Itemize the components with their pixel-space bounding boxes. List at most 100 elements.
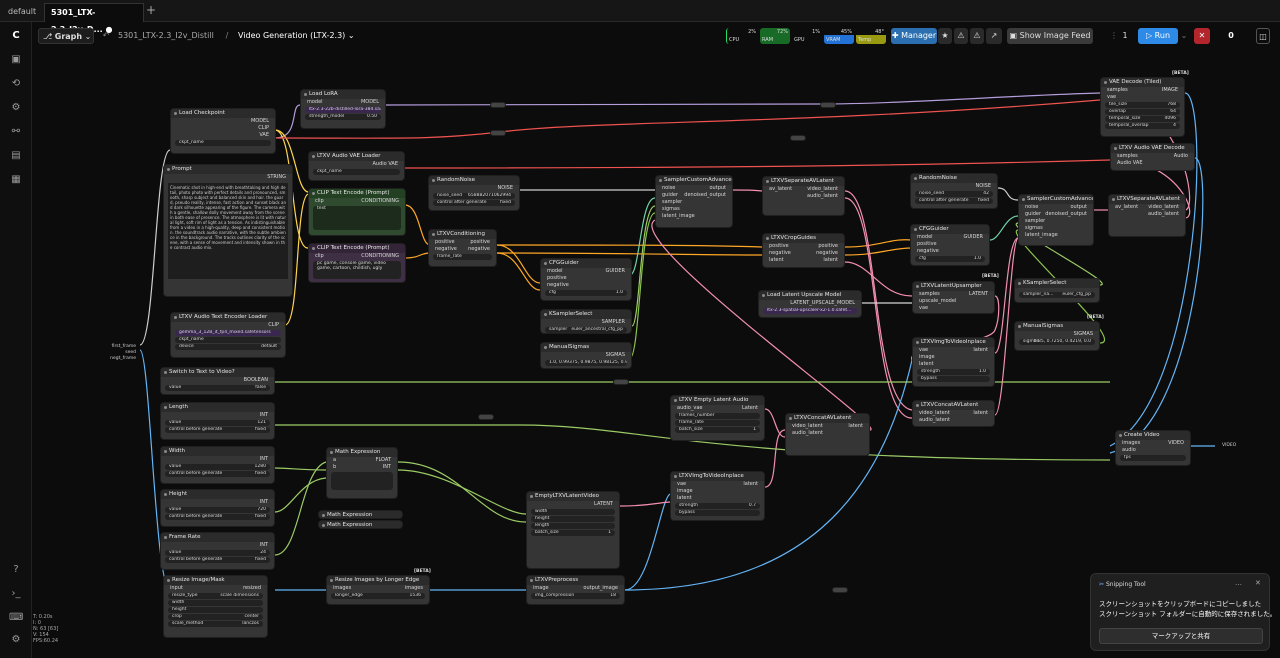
- sampler-select[interactable]: sampler euler_ancestral_cfg_pp: [545, 327, 627, 333]
- node-vae-decode-tiled[interactable]: VAE Decode (Tiled) samples IMAGE vae tile…: [1100, 77, 1185, 137]
- markup-share-button[interactable]: マークアップと共有: [1099, 628, 1263, 644]
- temporal-size-widget[interactable]: temporal_size 4096: [1105, 116, 1180, 122]
- node-widget[interactable]: ckpt_name: [175, 337, 281, 343]
- reroute-dot[interactable]: [613, 379, 629, 385]
- switch-toggle[interactable]: value false: [165, 385, 270, 391]
- node-resize-image-mask[interactable]: Resize Image/Mask input resized resize_ty…: [163, 575, 268, 638]
- node-load-lora[interactable]: Load LoRA model MODEL ltx-2.3-22b-distill…: [300, 89, 386, 129]
- reroute-dot[interactable]: [820, 102, 836, 108]
- control-widget[interactable]: control before generate fixed: [165, 557, 270, 563]
- node-manual-sigmas-2[interactable]: ManualSigmas SIGMAS sigmas 0.85, 0.7250, …: [1014, 321, 1100, 351]
- node-resize-images-longer-edge[interactable]: Resize Images by Longer Edge images image…: [326, 575, 430, 605]
- node-ltxv-img-to-video-inplace-2[interactable]: LTXVImgToVideoInplace vae latent image la…: [670, 471, 765, 521]
- node-widget[interactable]: frame_rate: [675, 420, 760, 426]
- node-math-expression-3[interactable]: Math Expression: [318, 520, 403, 529]
- more-options-icon[interactable]: …: [1235, 579, 1242, 587]
- node-cfg-guider-2[interactable]: CFGGuider model GUIDER positive negative …: [910, 224, 990, 266]
- strength-widget[interactable]: strength 0.7: [675, 503, 760, 509]
- expression-input[interactable]: [331, 472, 393, 490]
- node-audio-vae-loader[interactable]: LTXV Audio VAE Loader Audio VAE ckpt_nam…: [308, 151, 405, 181]
- node-manual-sigmas[interactable]: ManualSigmas SIGMAS 1.0, 0.99375, 0.9875…: [540, 342, 632, 369]
- close-icon[interactable]: ✕: [1255, 579, 1261, 587]
- node-ltxv-concat-av-latent[interactable]: LTXVConcatAVLatent video_latent latent au…: [912, 400, 995, 427]
- device-select[interactable]: device default: [175, 344, 281, 350]
- overlap-widget[interactable]: overlap 64: [1105, 109, 1180, 115]
- node-prompt[interactable]: Prompt STRING Cinematic shot in high-end…: [163, 164, 293, 297]
- node-cfg-guider[interactable]: CFGGuider model GUIDER positive negative …: [540, 258, 632, 301]
- node-widget[interactable]: frame_rate: [433, 254, 492, 260]
- reroute-dot[interactable]: [478, 414, 494, 420]
- cfg-widget[interactable]: cfg 1.0: [915, 256, 985, 262]
- node-width[interactable]: Width INT value 1280 control before gener…: [160, 446, 275, 484]
- value-widget[interactable]: value 1280: [165, 464, 270, 470]
- node-ltxv-separate-av-latent[interactable]: LTXVSeparateAVLatent av_latent video_late…: [762, 176, 845, 216]
- node-widget[interactable]: ckpt_name: [313, 169, 400, 175]
- control-widget[interactable]: control after generate fixed: [915, 198, 993, 204]
- node-sampler-custom-advanced[interactable]: SamplerCustomAdvanced noise output guider…: [655, 175, 733, 228]
- node-length[interactable]: Length INT value 121 control before gener…: [160, 402, 275, 440]
- node-ltxv-conditioning[interactable]: LTXVConditioning positive positive negati…: [428, 229, 497, 267]
- node-switch-text-to-video[interactable]: Switch to Text to Video? BOOLEAN value fa…: [160, 367, 275, 395]
- node-math-expression-2[interactable]: Math Expression: [318, 510, 403, 519]
- node-ksampler-select[interactable]: KSamplerSelect SAMPLER sampler euler_ance…: [540, 309, 632, 334]
- node-ltxv-separate-av-latent-2[interactable]: LTXVSeparateAVLatent av_latent video_late…: [1108, 194, 1186, 237]
- control-widget[interactable]: control before generate fixed: [165, 471, 270, 477]
- control-widget[interactable]: control after generate fixed: [433, 200, 515, 206]
- node-height[interactable]: Height INT value 720 control before gener…: [160, 489, 275, 527]
- node-random-noise[interactable]: RandomNoise NOISE noise_seed 658882071062…: [428, 175, 520, 211]
- value-widget[interactable]: value 720: [165, 507, 270, 513]
- node-frame-rate[interactable]: Frame Rate INT value 24 control before ge…: [160, 532, 275, 570]
- value-widget[interactable]: value 121: [165, 420, 270, 426]
- reroute-dot[interactable]: [490, 130, 506, 136]
- noise-seed-widget[interactable]: noise_seed 658882071062994: [433, 193, 515, 199]
- value-widget[interactable]: value 24: [165, 550, 270, 556]
- strength-widget[interactable]: strength 1.0: [917, 369, 990, 375]
- cfg-widget[interactable]: cfg 1.0: [545, 290, 627, 296]
- node-widget[interactable]: height: [168, 607, 263, 613]
- sampler-select[interactable]: sampler_na... euler_cfg_pp: [1019, 292, 1095, 298]
- node-ltxv-img-to-video-inplace[interactable]: LTXVImgToVideoInplace vae latent image la…: [912, 337, 995, 387]
- node-widget[interactable]: length: [531, 523, 615, 529]
- node-widget[interactable]: width: [168, 600, 263, 606]
- node-load-latent-upscale-model[interactable]: Load Latent Upscale Model LATENT_UPSCALE…: [758, 290, 862, 318]
- node-sampler-custom-advanced-2[interactable]: SamplerCustomAdvanced noise output guider…: [1018, 194, 1094, 246]
- crop-select[interactable]: crop center: [168, 614, 263, 620]
- node-audio-text-encoder-loader[interactable]: LTXV Audio Text Encoder Loader CLIP gemm…: [170, 312, 286, 358]
- text-encoder-select[interactable]: gemma_3_12B_it_fp4_mixed.safetensors: [175, 330, 281, 336]
- reroute-dot[interactable]: [790, 135, 806, 141]
- node-widget[interactable]: ckpt_name: [175, 140, 271, 146]
- node-random-noise-2[interactable]: RandomNoise NOISE noise_seed 42 control a…: [910, 173, 998, 209]
- node-math-expression[interactable]: Math Expression a FLOAT b INT: [326, 447, 398, 499]
- sigmas-input[interactable]: sigmas 0.85, 0.7250, 0.4219, 0.0: [1019, 339, 1095, 345]
- scale-method-select[interactable]: scale_method lanczos: [168, 621, 263, 627]
- node-ltxv-audio-vae-decode[interactable]: LTXV Audio VAE Decode samples Audio Audio…: [1110, 143, 1195, 171]
- text-input[interactable]: pc game, console game, video game, carto…: [313, 261, 401, 279]
- node-ksampler-select-2[interactable]: KSamplerSelect sampler_na... euler_cfg_pp: [1014, 278, 1100, 303]
- node-widget[interactable]: height: [531, 516, 615, 522]
- lora-name-select[interactable]: ltx-2.3-22b-distilled-lora-384.safetenso…: [305, 107, 381, 113]
- node-create-video[interactable]: Create Video images VIDEO audio fps: [1115, 430, 1191, 466]
- node-widget[interactable]: frames_number: [675, 413, 760, 419]
- node-empty-ltxv-latent-video[interactable]: EmptyLTXVLatentVideo LATENT width height…: [526, 491, 620, 569]
- temporal-overlap-widget[interactable]: temporal_overlap 4: [1105, 123, 1180, 129]
- img-compression-widget[interactable]: img_compression 18: [531, 593, 620, 599]
- prompt-textarea[interactable]: Cinematic shot in high-end with breathta…: [168, 183, 288, 279]
- reroute-dot[interactable]: [832, 587, 848, 593]
- node-ltxv-latent-upsampler[interactable]: LTXVLatentUpsampler samples LATENT upscal…: [912, 281, 995, 314]
- node-ltxv-preprocess[interactable]: LTXVPreprocess image output_image img_com…: [526, 575, 625, 605]
- noise-seed-widget[interactable]: noise_seed 42: [915, 191, 993, 197]
- batch-size-widget[interactable]: batch_size 1: [531, 530, 615, 536]
- sigmas-input[interactable]: 1.0, 0.99375, 0.9875, 0.98125, 0.975, 0.…: [545, 360, 627, 366]
- control-widget[interactable]: control before generate fixed: [165, 514, 270, 520]
- text-input[interactable]: text: [313, 206, 401, 230]
- strength-model-widget[interactable]: strength_model 0.50: [305, 114, 381, 120]
- control-widget[interactable]: control before generate fixed: [165, 427, 270, 433]
- resize-type-select[interactable]: resize_type scale dimensions: [168, 593, 263, 599]
- node-ltxv-crop-guides[interactable]: LTXVCropGuides positive positive negative…: [762, 233, 845, 268]
- bypass-toggle[interactable]: bypass: [917, 376, 990, 382]
- upscale-model-select[interactable]: ltx-2.3-spatial-upscaler-x2-1.0.safet...: [763, 308, 857, 314]
- node-clip-text-encode-negative[interactable]: CLIP Text Encode (Prompt) clip CONDITIONI…: [308, 243, 406, 283]
- tile-size-widget[interactable]: tile_size 768: [1105, 102, 1180, 108]
- batch-size-widget[interactable]: batch_size 1: [675, 427, 760, 433]
- reroute-dot[interactable]: [490, 102, 506, 108]
